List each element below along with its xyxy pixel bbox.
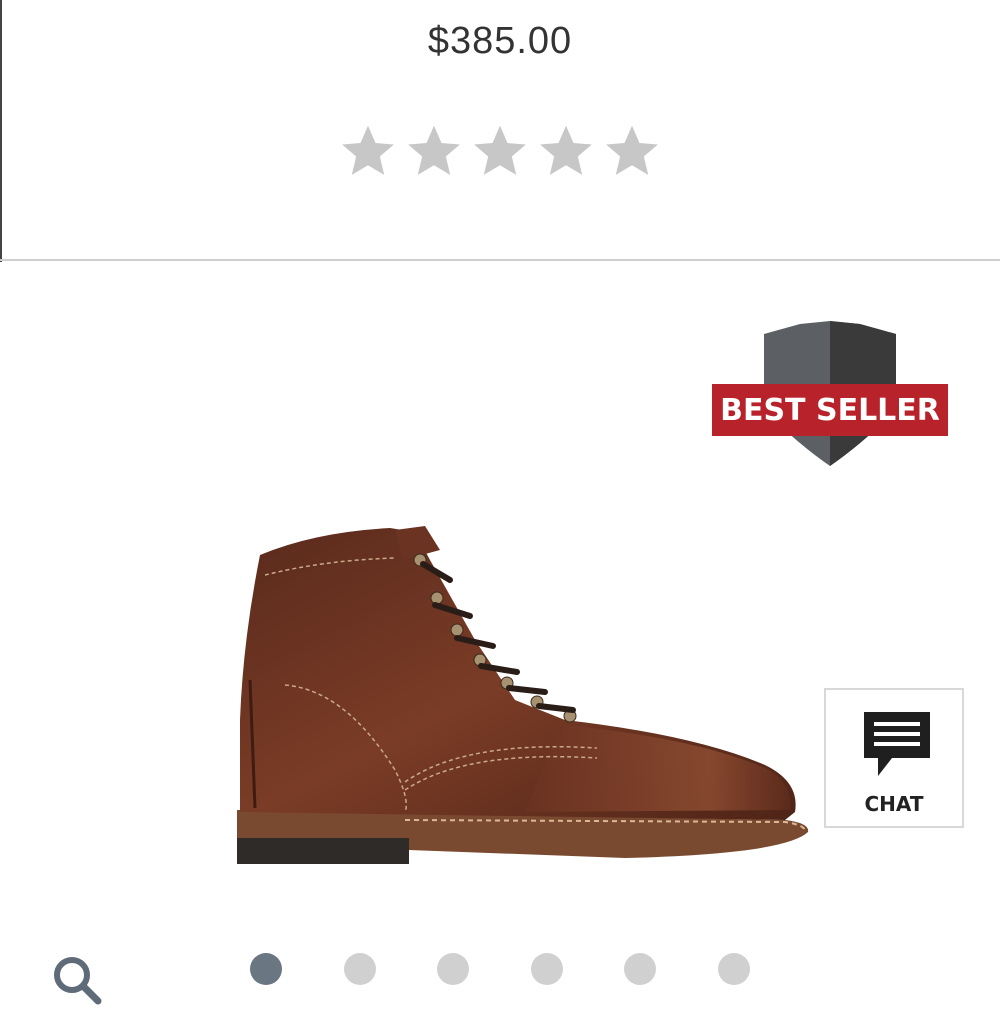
carousel-dot[interactable] xyxy=(530,953,563,985)
magnifier-icon[interactable] xyxy=(50,955,110,1015)
star-icon[interactable] xyxy=(405,122,463,180)
carousel-dot[interactable] xyxy=(250,953,282,985)
badge-label: BEST SELLER xyxy=(720,393,940,428)
product-image[interactable] xyxy=(225,520,825,875)
carousel-pagination xyxy=(250,953,750,985)
carousel-dot[interactable] xyxy=(437,953,469,985)
carousel-dot[interactable] xyxy=(717,953,750,985)
boot-illustration xyxy=(237,526,809,864)
product-price: $385.00 xyxy=(427,20,573,62)
best-seller-badge: BEST SELLER xyxy=(712,318,948,468)
star-icon[interactable] xyxy=(603,122,661,180)
star-icon[interactable] xyxy=(339,122,397,180)
chat-button[interactable]: CHAT xyxy=(824,688,964,828)
chat-label: CHAT xyxy=(864,792,924,816)
carousel-dot[interactable] xyxy=(343,953,376,985)
star-icon[interactable] xyxy=(471,122,529,180)
rating-stars[interactable] xyxy=(0,122,1000,180)
star-icon[interactable] xyxy=(537,122,595,180)
section-divider xyxy=(0,259,1000,261)
speech-bubble-icon xyxy=(864,712,930,776)
carousel-dot[interactable] xyxy=(624,953,656,985)
